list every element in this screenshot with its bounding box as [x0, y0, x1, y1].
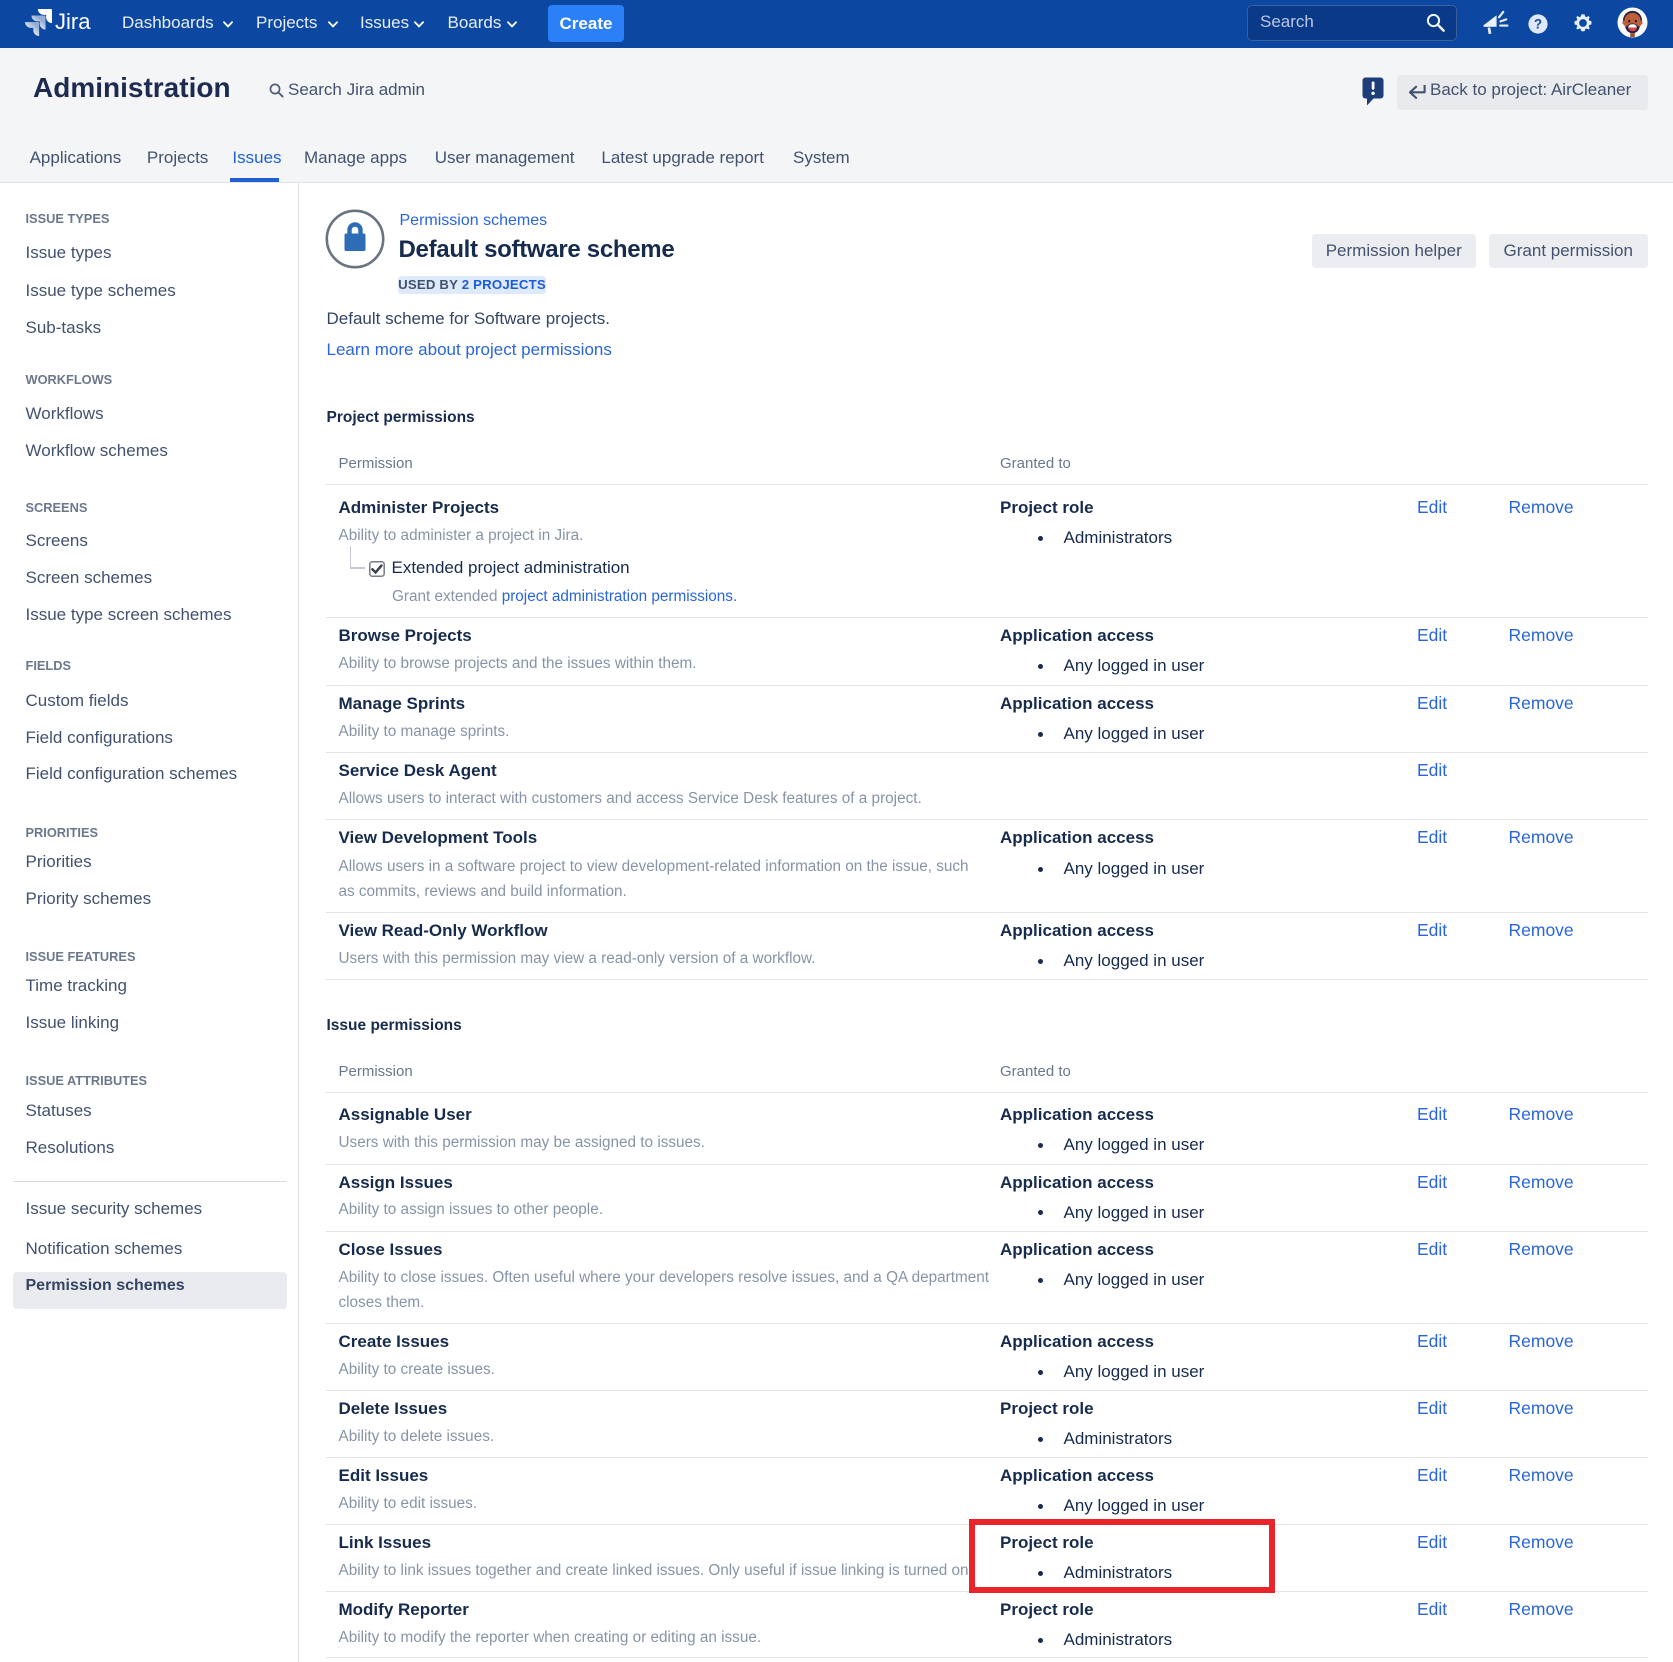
svg-text:?: ?: [1534, 17, 1542, 32]
